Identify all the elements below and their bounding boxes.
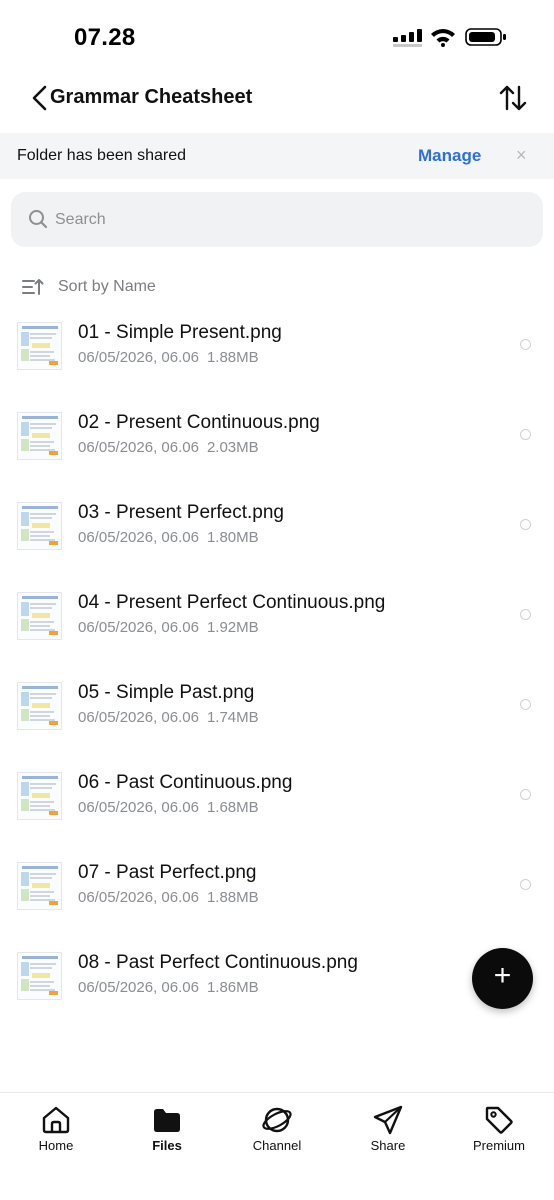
file-thumbnail bbox=[17, 952, 62, 1000]
file-meta: 06/05/2026, 06.06 1.88MB bbox=[78, 349, 259, 366]
tab-channel-label: Channel bbox=[252, 1138, 302, 1153]
file-date: 06/05/2026, 06.06 bbox=[78, 619, 199, 636]
file-size: 1.80MB bbox=[206, 529, 259, 546]
file-meta: 06/05/2026, 06.06 1.92MB bbox=[78, 619, 259, 636]
file-thumbnail bbox=[17, 862, 62, 910]
battery-icon bbox=[465, 28, 506, 46]
cellular-signal-icon bbox=[393, 29, 422, 47]
paper-plane-icon bbox=[373, 1105, 403, 1135]
status-bar: 07.28 bbox=[0, 0, 554, 70]
file-meta: 06/05/2026, 06.06 2.03MB bbox=[78, 439, 259, 456]
file-meta: 06/05/2026, 06.06 1.86MB bbox=[78, 979, 259, 996]
status-time: 07.28 bbox=[74, 24, 136, 51]
planet-icon bbox=[262, 1107, 292, 1133]
close-banner-icon[interactable]: × bbox=[516, 145, 527, 166]
file-thumbnail bbox=[17, 322, 62, 370]
file-row[interactable]: 06 - Past Continuous.png 06/05/2026, 06.0… bbox=[0, 762, 554, 852]
tab-files-label: Files bbox=[152, 1138, 182, 1153]
page-title: Grammar Cheatsheet bbox=[50, 86, 253, 108]
tab-premium[interactable]: Premium bbox=[444, 1093, 554, 1163]
folder-icon bbox=[154, 1109, 180, 1132]
file-size: 1.88MB bbox=[206, 349, 259, 366]
select-radio[interactable] bbox=[520, 699, 531, 710]
select-radio[interactable] bbox=[520, 879, 531, 890]
file-thumbnail bbox=[17, 682, 62, 730]
file-meta: 06/05/2026, 06.06 1.68MB bbox=[78, 799, 259, 816]
file-row[interactable]: 02 - Present Continuous.png 06/05/2026, 0… bbox=[0, 402, 554, 492]
bottom-tab-bar: Home Files Channel Share Premium bbox=[0, 1092, 554, 1200]
select-radio[interactable] bbox=[520, 609, 531, 620]
tab-home-label: Home bbox=[38, 1138, 74, 1153]
select-radio[interactable] bbox=[520, 789, 531, 800]
search-bar[interactable] bbox=[11, 192, 543, 247]
file-date: 06/05/2026, 06.06 bbox=[78, 889, 199, 906]
wifi-icon bbox=[431, 29, 455, 47]
file-name: 04 - Present Perfect Continuous.png bbox=[78, 592, 386, 613]
tab-premium-label: Premium bbox=[472, 1138, 525, 1153]
sort-list-icon bbox=[22, 279, 44, 295]
file-row[interactable]: 03 - Present Perfect.png 06/05/2026, 06.0… bbox=[0, 492, 554, 582]
manage-share-button[interactable]: Manage bbox=[418, 146, 481, 166]
plus-icon: + bbox=[493, 959, 512, 992]
file-date: 06/05/2026, 06.06 bbox=[78, 709, 199, 726]
tab-home[interactable]: Home bbox=[1, 1093, 111, 1163]
back-chevron-icon[interactable] bbox=[30, 85, 50, 111]
tab-channel[interactable]: Channel bbox=[222, 1093, 332, 1163]
file-date: 06/05/2026, 06.06 bbox=[78, 349, 199, 366]
tab-files[interactable]: Files bbox=[112, 1093, 222, 1163]
file-size: 1.86MB bbox=[206, 979, 259, 996]
file-date: 06/05/2026, 06.06 bbox=[78, 439, 199, 456]
file-size: 1.92MB bbox=[206, 619, 259, 636]
file-size: 2.03MB bbox=[206, 439, 259, 456]
file-thumbnail bbox=[17, 412, 62, 460]
file-name: 03 - Present Perfect.png bbox=[78, 502, 284, 523]
file-row[interactable]: 08 - Past Perfect Continuous.png 06/05/20… bbox=[0, 942, 554, 1032]
file-size: 1.88MB bbox=[206, 889, 259, 906]
navigation-bar: Grammar Cheatsheet bbox=[0, 75, 554, 121]
file-meta: 06/05/2026, 06.06 1.80MB bbox=[78, 529, 259, 546]
banner-message: Folder has been shared bbox=[17, 147, 186, 164]
file-name: 05 - Simple Past.png bbox=[78, 682, 255, 703]
select-radio[interactable] bbox=[520, 519, 531, 530]
tab-share[interactable]: Share bbox=[333, 1093, 443, 1163]
file-row[interactable]: 04 - Present Perfect Continuous.png 06/05… bbox=[0, 582, 554, 672]
file-size: 1.74MB bbox=[206, 709, 259, 726]
sort-by-control[interactable]: Sort by Name bbox=[22, 274, 322, 300]
file-thumbnail bbox=[17, 502, 62, 550]
file-name: 02 - Present Continuous.png bbox=[78, 412, 320, 433]
sort-order-icon[interactable] bbox=[498, 83, 528, 113]
file-name: 06 - Past Continuous.png bbox=[78, 772, 293, 793]
tag-icon bbox=[485, 1106, 513, 1134]
file-row[interactable]: 05 - Simple Past.png 06/05/2026, 06.06 1.7… bbox=[0, 672, 554, 762]
file-name: 07 - Past Perfect.png bbox=[78, 862, 257, 883]
search-input[interactable] bbox=[55, 202, 515, 237]
add-file-button[interactable]: + bbox=[472, 948, 533, 1009]
file-meta: 06/05/2026, 06.06 1.74MB bbox=[78, 709, 259, 726]
tab-share-label: Share bbox=[370, 1138, 406, 1153]
file-date: 06/05/2026, 06.06 bbox=[78, 529, 199, 546]
file-list: 01 - Simple Present.png 06/05/2026, 06.06… bbox=[0, 312, 554, 1032]
sort-label: Sort by Name bbox=[58, 278, 156, 295]
home-icon bbox=[42, 1106, 70, 1134]
file-meta: 06/05/2026, 06.06 1.88MB bbox=[78, 889, 259, 906]
file-row[interactable]: 01 - Simple Present.png 06/05/2026, 06.06… bbox=[0, 312, 554, 402]
file-name: 08 - Past Perfect Continuous.png bbox=[78, 952, 358, 973]
select-radio[interactable] bbox=[520, 429, 531, 440]
file-date: 06/05/2026, 06.06 bbox=[78, 799, 199, 816]
shared-folder-banner: Folder has been shared Manage × bbox=[0, 133, 554, 179]
search-icon bbox=[29, 210, 48, 229]
file-date: 06/05/2026, 06.06 bbox=[78, 979, 199, 996]
file-size: 1.68MB bbox=[206, 799, 259, 816]
file-name: 01 - Simple Present.png bbox=[78, 322, 282, 343]
file-row[interactable]: 07 - Past Perfect.png 06/05/2026, 06.06 1.… bbox=[0, 852, 554, 942]
file-thumbnail bbox=[17, 592, 62, 640]
file-thumbnail bbox=[17, 772, 62, 820]
select-radio[interactable] bbox=[520, 339, 531, 350]
files-screen: 07.28 Grammar Cheatsheet Folder has been… bbox=[0, 0, 554, 1200]
